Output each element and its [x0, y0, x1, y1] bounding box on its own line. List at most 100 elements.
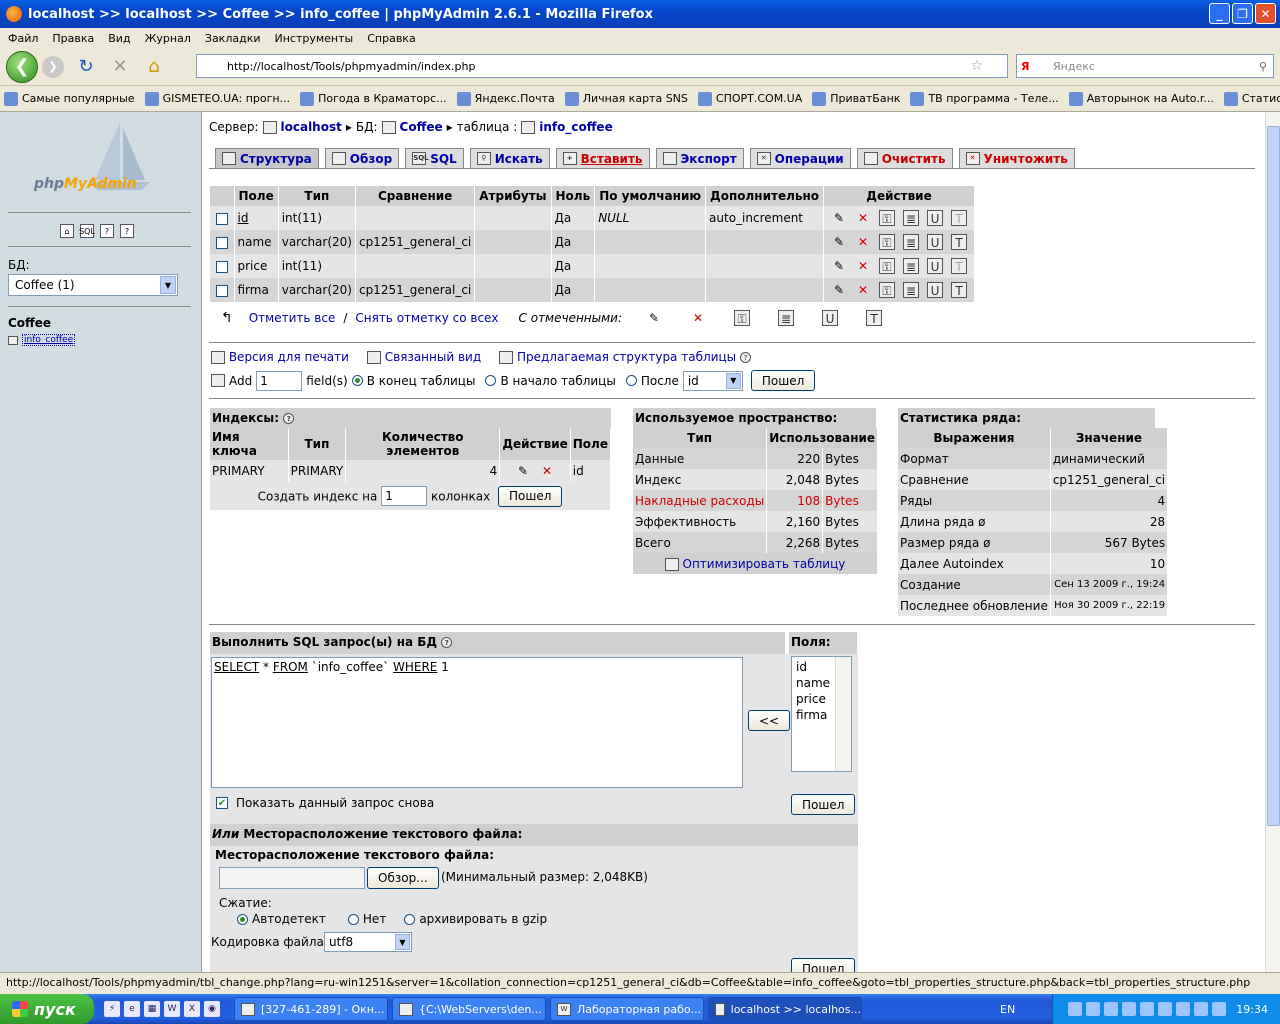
optimize-table-link[interactable]: Оптимизировать таблицу: [664, 557, 845, 571]
quicklaunch-icon[interactable]: ◉: [204, 1001, 220, 1017]
index-icon[interactable]: ≣: [903, 210, 919, 226]
minimize-button[interactable]: _: [1209, 3, 1230, 24]
tray-icon[interactable]: [1158, 1002, 1173, 1016]
table-icon[interactable]: [8, 335, 18, 345]
relation-view-link[interactable]: Связанный вид: [366, 350, 481, 364]
file-path-input[interactable]: [219, 867, 365, 889]
edit-icon[interactable]: ✎: [831, 234, 847, 250]
row-checkbox[interactable]: [215, 212, 228, 225]
menu-view[interactable]: Вид: [108, 32, 130, 45]
uncheck-all-link[interactable]: Снять отметку со всех: [355, 311, 498, 325]
compression-auto-radio[interactable]: [237, 913, 248, 925]
tab-export[interactable]: Экспорт: [655, 148, 744, 168]
address-bar[interactable]: http://localhost/Tools/phpmyadmin/index.…: [196, 54, 1008, 78]
docs-icon[interactable]: ?: [100, 224, 114, 238]
primary-key-icon[interactable]: ⚿: [879, 210, 895, 226]
unique-icon[interactable]: U: [927, 282, 943, 298]
bookmark-item[interactable]: СПОРТ.COM.UA: [697, 91, 802, 106]
charset-select[interactable]: utf8 ▼: [324, 932, 412, 952]
menu-help[interactable]: Справка: [367, 32, 415, 45]
add-field-go-button[interactable]: Пошел: [750, 370, 816, 391]
fulltext-icon[interactable]: T: [951, 234, 967, 250]
unique-icon[interactable]: U: [927, 258, 943, 274]
quicklaunch-icon[interactable]: X: [184, 1001, 200, 1017]
tray-icon[interactable]: [1068, 1002, 1083, 1016]
bookmark-item[interactable]: Погода в Краматорс...: [300, 91, 447, 106]
compression-none-radio[interactable]: [347, 913, 359, 925]
tab-sql[interactable]: SQL SQL: [405, 148, 464, 168]
tab-operations[interactable]: ✕ Операции: [749, 148, 851, 168]
edit-icon[interactable]: ✎: [646, 310, 662, 326]
row-checkbox[interactable]: [215, 260, 228, 273]
tray-icon[interactable]: [1176, 1002, 1191, 1016]
tray-icon[interactable]: [1122, 1002, 1137, 1016]
menu-edit[interactable]: Правка: [52, 32, 94, 45]
delete-icon[interactable]: ✕: [855, 282, 871, 298]
delete-icon[interactable]: ✕: [690, 310, 706, 326]
sql-query-icon[interactable]: SQL: [79, 224, 95, 238]
tray-icon[interactable]: [1140, 1002, 1155, 1016]
unique-icon[interactable]: U: [822, 310, 839, 326]
row-checkbox[interactable]: [215, 236, 228, 249]
breadcrumb-table[interactable]: info_coffee: [539, 120, 612, 134]
menu-bookmarks[interactable]: Закладки: [205, 32, 261, 45]
quicklaunch-icon[interactable]: W: [164, 1001, 180, 1017]
home-icon[interactable]: ⌂: [60, 224, 74, 238]
help-icon[interactable]: ?: [441, 637, 453, 648]
bookmark-item[interactable]: GISMETEO.UA: прогн...: [144, 91, 290, 106]
row-checkbox[interactable]: [215, 284, 228, 297]
bookmark-item[interactable]: Самые популярные: [4, 91, 135, 106]
help-icon[interactable]: ?: [739, 352, 751, 363]
maximize-button[interactable]: ❐: [1232, 3, 1253, 24]
breadcrumb-db[interactable]: Coffee: [400, 120, 443, 134]
edit-icon[interactable]: ✎: [515, 463, 531, 479]
sql-go-button[interactable]: Пошел: [791, 794, 856, 815]
tray-icon[interactable]: [1194, 1002, 1209, 1016]
print-view-link[interactable]: Версия для печати: [211, 350, 349, 364]
primary-key-icon[interactable]: ⚿: [879, 234, 895, 250]
index-icon[interactable]: ≣: [903, 258, 919, 274]
check-all-link[interactable]: Отметить все: [249, 311, 336, 325]
unique-icon[interactable]: U: [927, 234, 943, 250]
delete-icon[interactable]: ✕: [855, 210, 871, 226]
fulltext-icon[interactable]: T: [866, 310, 883, 326]
bookmark-item[interactable]: ПриватБанк: [812, 91, 900, 106]
propose-structure-link[interactable]: Предлагаемая структура таблицы ?: [499, 350, 751, 364]
taskbar-item-active[interactable]: localhost >> localhos...: [708, 997, 862, 1021]
help-icon[interactable]: ?: [283, 413, 295, 424]
table-link[interactable]: info_coffee: [8, 334, 76, 346]
mysql-docs-icon[interactable]: ?: [120, 224, 134, 238]
at-end-radio[interactable]: [351, 375, 363, 386]
add-field-count-input[interactable]: 1: [256, 370, 303, 391]
after-field-select[interactable]: id ▼: [682, 370, 743, 391]
bookmark-star-icon[interactable]: ☆: [970, 58, 983, 74]
primary-key-icon[interactable]: ⚿: [734, 310, 751, 326]
bookmark-item[interactable]: Яндекс.Почта: [456, 91, 555, 106]
back-button[interactable]: ❮: [6, 50, 38, 83]
create-index-go-button[interactable]: Пошел: [498, 485, 563, 507]
home-icon[interactable]: ⌂: [142, 55, 166, 79]
search-icon[interactable]: ⚲: [1259, 60, 1267, 73]
quicklaunch-icon[interactable]: e: [124, 1001, 140, 1017]
sql-query-textarea[interactable]: SELECT * FROM `info_coffee` WHERE 1: [211, 657, 743, 788]
delete-icon[interactable]: ✕: [855, 234, 871, 250]
close-button[interactable]: ✕: [1255, 3, 1276, 24]
breadcrumb-server[interactable]: localhost: [281, 120, 342, 134]
tab-browse[interactable]: Обзор: [324, 148, 400, 168]
language-indicator[interactable]: EN: [1000, 1003, 1015, 1016]
index-icon[interactable]: ≣: [903, 282, 919, 298]
start-button[interactable]: пуск: [0, 994, 94, 1024]
bookmark-item[interactable]: ТВ программа - Теле...: [910, 91, 1059, 106]
fields-listbox[interactable]: id name price firma: [791, 656, 852, 772]
file-go-button[interactable]: Пошел: [791, 958, 856, 972]
menu-history[interactable]: Журнал: [145, 32, 191, 45]
search-bar[interactable]: Я Яндекс ⚲: [1016, 54, 1274, 78]
tab-structure[interactable]: Структура: [215, 148, 319, 168]
menu-tools[interactable]: Инструменты: [275, 32, 354, 45]
phpmyadmin-logo[interactable]: phpMyAdmin: [34, 176, 137, 192]
stop-icon[interactable]: ✕: [108, 55, 132, 79]
bookmark-item[interactable]: Авторынок на Auto.r...: [1068, 91, 1214, 106]
taskbar-item[interactable]: W Лабораторная рабо...: [550, 997, 704, 1021]
insert-field-button[interactable]: <<: [748, 710, 791, 731]
tray-icon[interactable]: [1104, 1002, 1119, 1016]
